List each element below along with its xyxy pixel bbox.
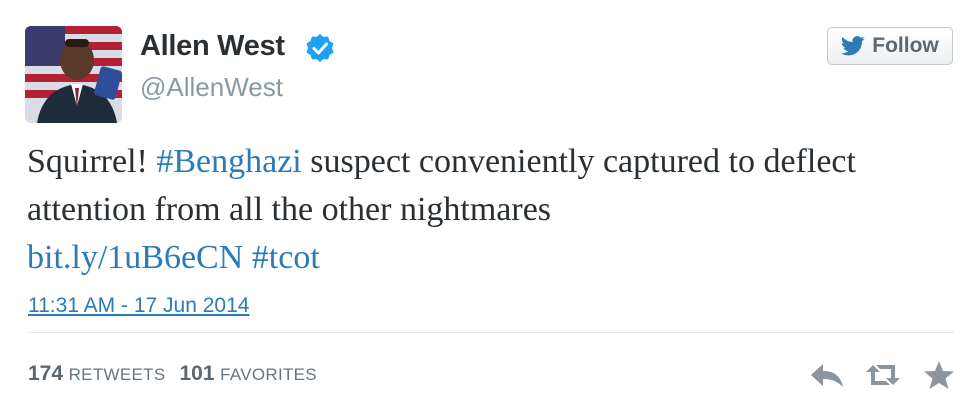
tweet-timestamp[interactable]: 11:31 AM - 17 Jun 2014 (28, 294, 249, 318)
reply-button[interactable] (808, 358, 846, 392)
hashtag-link[interactable]: #Benghazi (156, 143, 301, 180)
verified-badge-icon (306, 34, 334, 62)
favorites-count: 101 (179, 362, 215, 385)
divider (27, 332, 954, 333)
retweets-count: 174 (28, 362, 64, 385)
favorites-stat[interactable]: 101 FAVORITES (179, 362, 316, 386)
author-name[interactable]: Allen West (140, 30, 285, 63)
avatar-image (25, 26, 122, 123)
retweet-icon (866, 365, 900, 385)
author-handle[interactable]: @AllenWest (140, 72, 283, 103)
tweet-text-part1: Squirrel! (27, 143, 157, 180)
twitter-bird-icon (841, 36, 865, 56)
avatar[interactable] (25, 26, 122, 123)
retweets-label: RETWEETS (68, 365, 166, 384)
follow-button[interactable]: Follow (827, 27, 953, 65)
retweet-button[interactable] (864, 358, 902, 392)
favorite-icon (924, 361, 954, 389)
tweet-text: Squirrel! #Benghazi suspect conveniently… (27, 138, 947, 282)
hashtag-link[interactable]: #tcot (252, 239, 320, 276)
tweet-stats: 174 RETWEETS 101 FAVORITES (28, 362, 317, 386)
follow-label: Follow (872, 34, 939, 57)
favorite-button[interactable] (920, 358, 958, 392)
reply-icon (811, 364, 843, 387)
short-url-link[interactable]: bit.ly/1uB6eCN (27, 239, 243, 276)
retweets-stat[interactable]: 174 RETWEETS (28, 362, 165, 386)
tweet-actions (808, 358, 958, 392)
favorites-label: FAVORITES (220, 365, 317, 384)
